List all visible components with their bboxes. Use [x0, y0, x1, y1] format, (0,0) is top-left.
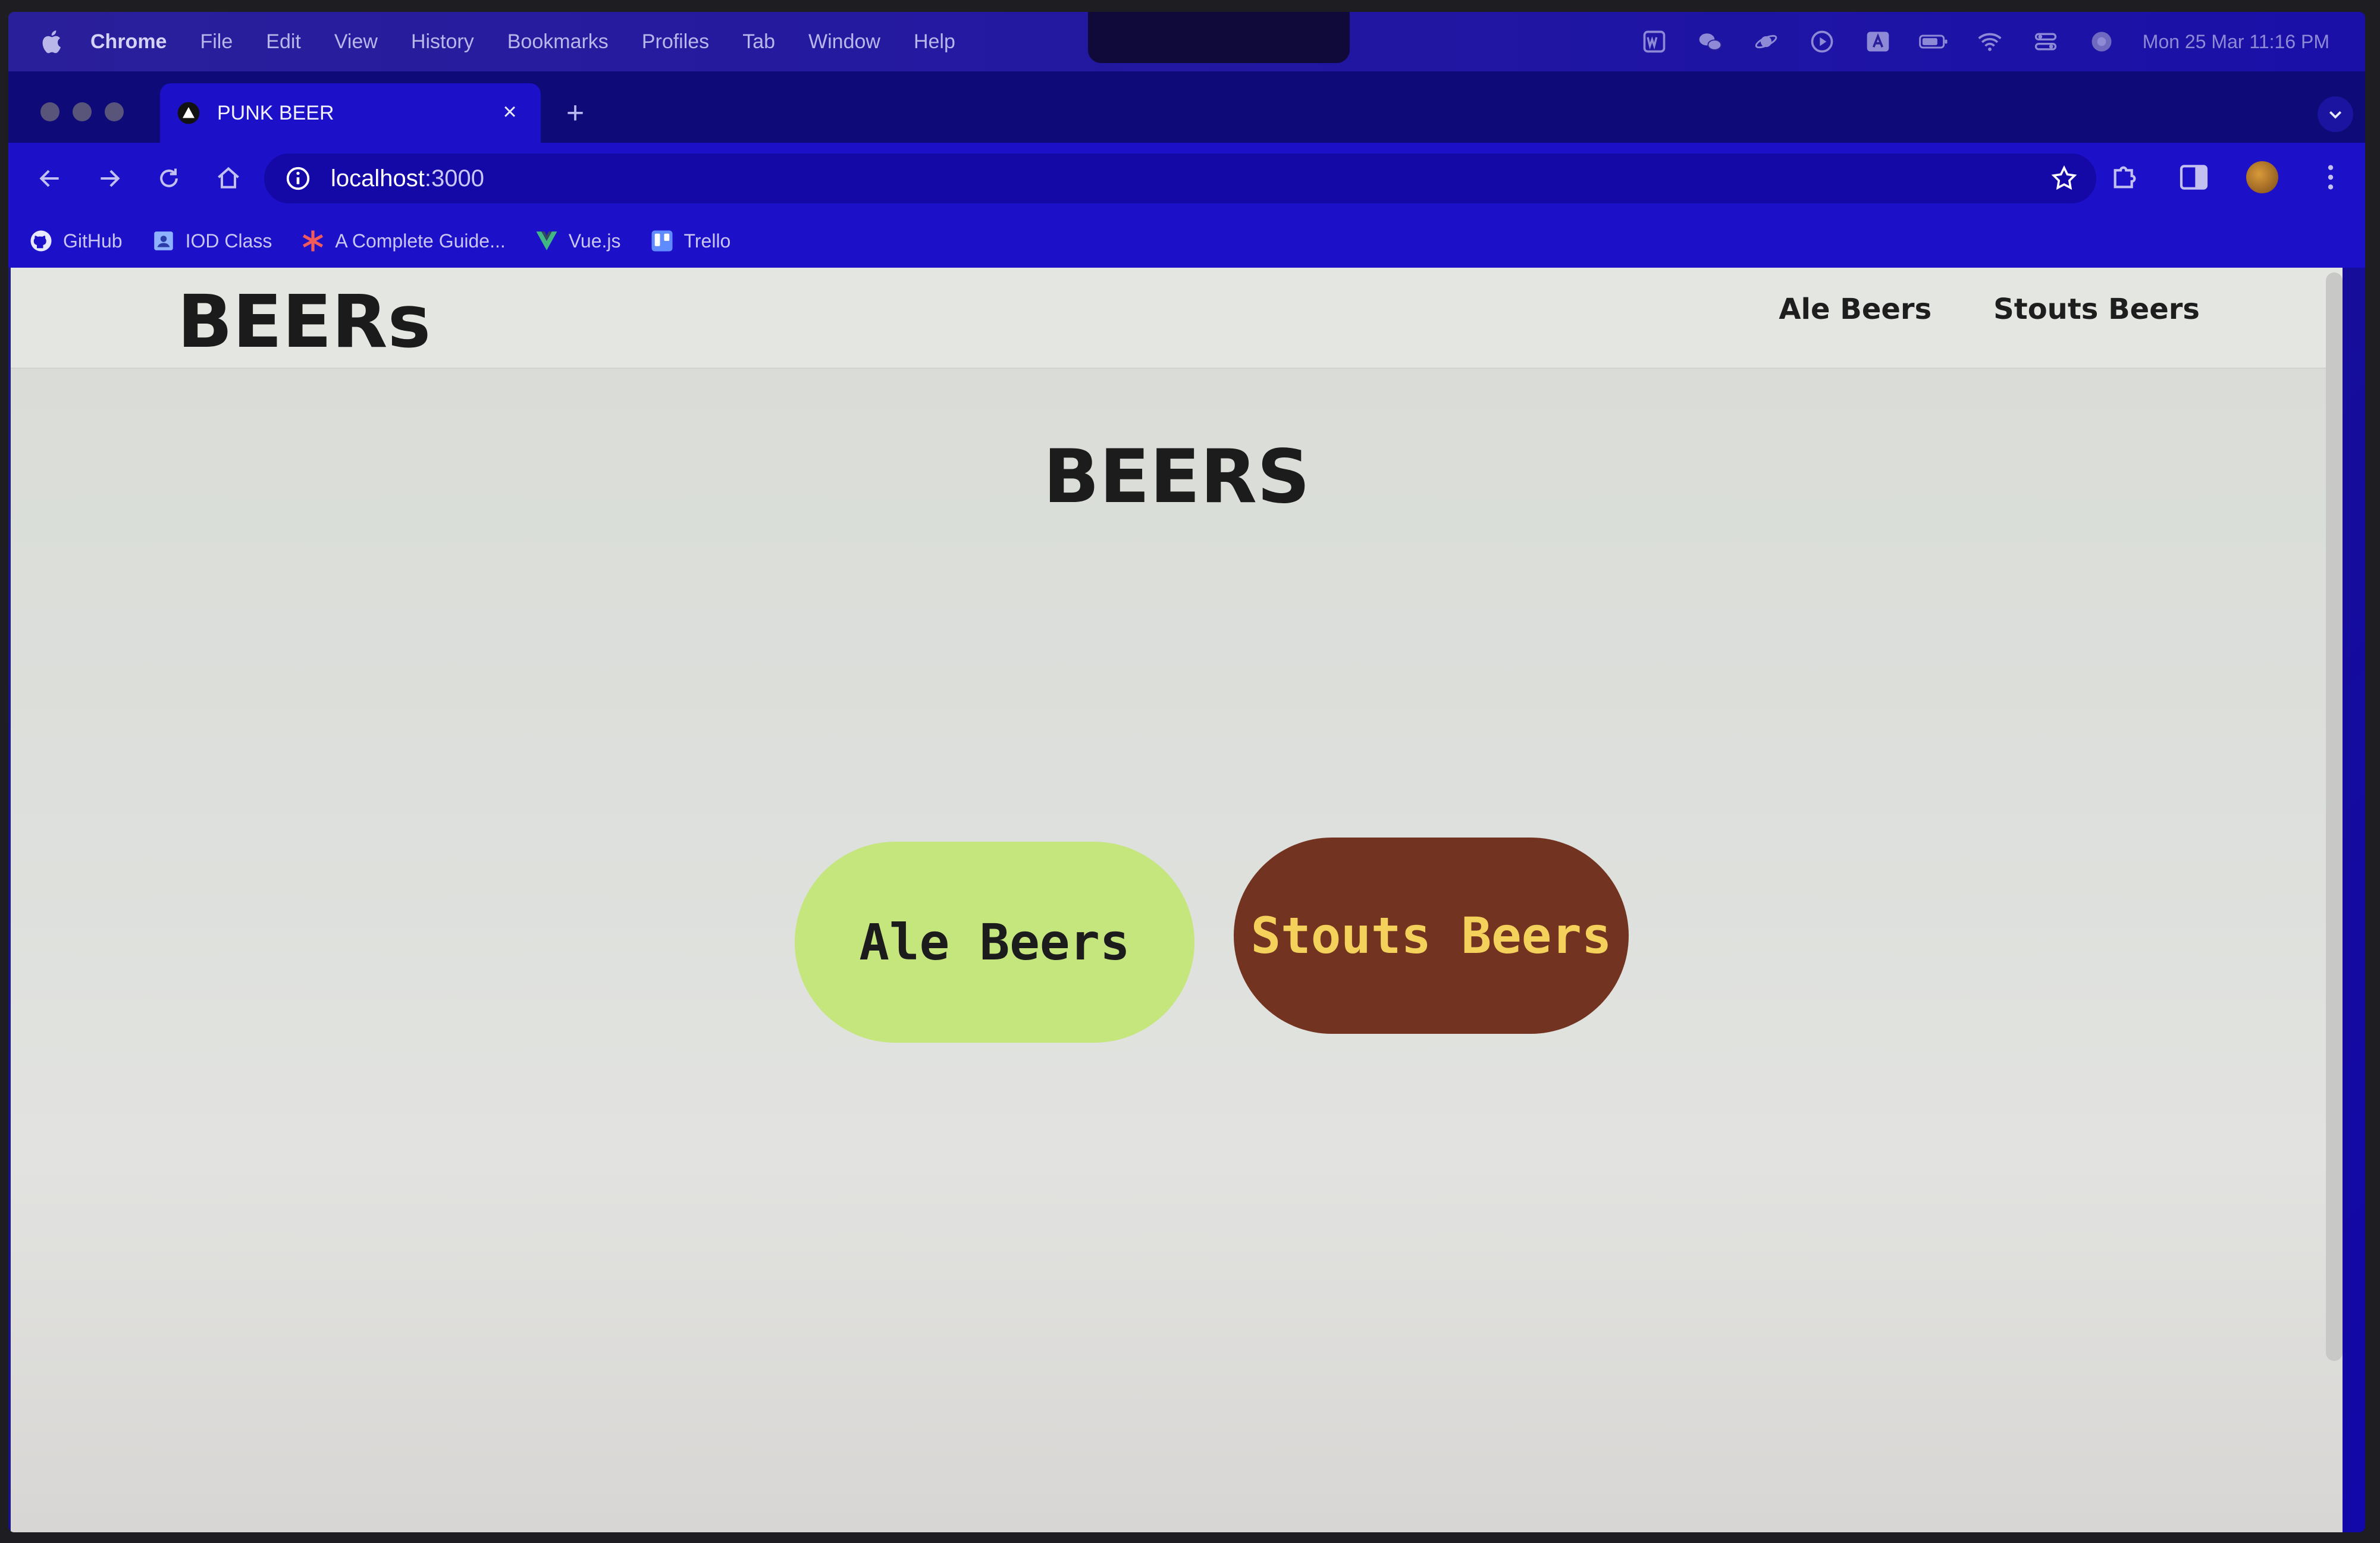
- new-tab-button[interactable]: +: [559, 96, 592, 130]
- wechat-icon[interactable]: [1695, 29, 1725, 55]
- bookmark-label: GitHub: [63, 230, 123, 252]
- tab-search-button[interactable]: [2318, 96, 2353, 132]
- bookmark-github[interactable]: GitHub: [29, 228, 123, 253]
- apple-logo-icon[interactable]: [38, 27, 67, 56]
- bookmark-iod-class[interactable]: IOD Class: [151, 228, 272, 253]
- arrow-right-icon: [101, 170, 120, 187]
- extensions-puzzle-icon[interactable]: [2108, 161, 2141, 194]
- screen: Chrome File Edit View History Bookmarks …: [8, 12, 2365, 1532]
- bookmarks-bar: GitHub IOD Class A Complete Guide... Vue…: [8, 214, 2365, 268]
- status-area: Mon 25 Mar 11:16 PM: [1639, 12, 2329, 71]
- zoom-window-button[interactable]: [105, 102, 124, 121]
- site-info-icon[interactable]: [284, 165, 312, 192]
- menu-window[interactable]: Window: [808, 30, 880, 54]
- address-bar[interactable]: localhost:3000: [264, 153, 2096, 203]
- menu-app-chrome[interactable]: Chrome: [90, 30, 167, 54]
- url-host: localhost: [331, 165, 425, 192]
- wifi-icon[interactable]: [1975, 29, 2005, 55]
- github-icon: [29, 228, 54, 253]
- arrow-left-icon: [39, 170, 59, 187]
- window-controls: [40, 102, 124, 121]
- asterisk-icon: [300, 228, 325, 253]
- bookmark-complete-guide[interactable]: A Complete Guide...: [300, 228, 506, 253]
- menu-history[interactable]: History: [411, 30, 474, 54]
- back-button[interactable]: [32, 161, 68, 196]
- nav-link-ale-beers[interactable]: Ale Beers: [1779, 293, 1931, 326]
- profile-avatar[interactable]: [2246, 161, 2278, 193]
- bookmark-star-icon[interactable]: [2050, 164, 2078, 193]
- menu-tab[interactable]: Tab: [742, 30, 775, 54]
- battery-icon[interactable]: [1918, 29, 1949, 55]
- tab-close-icon[interactable]: ×: [498, 100, 522, 124]
- input-source-icon[interactable]: [1863, 29, 1893, 55]
- menu-view[interactable]: View: [334, 30, 378, 54]
- menu-bookmarks[interactable]: Bookmarks: [507, 30, 609, 54]
- active-tab[interactable]: PUNK BEER ×: [160, 83, 541, 143]
- contact-card-icon: [151, 228, 176, 253]
- bookmark-label: IOD Class: [185, 230, 272, 252]
- siri-icon[interactable]: [2087, 29, 2116, 55]
- site-nav-links: Ale Beers Stouts Beers: [1779, 293, 2200, 326]
- reload-button[interactable]: [151, 161, 187, 196]
- menu-profiles[interactable]: Profiles: [642, 30, 709, 54]
- bookmark-label: A Complete Guide...: [335, 230, 506, 252]
- menu-help[interactable]: Help: [914, 30, 955, 54]
- site-navbar: BEERs Ale Beers Stouts Beers: [11, 268, 2343, 369]
- stouts-beers-button[interactable]: Stouts Beers: [1234, 838, 1629, 1034]
- site-brand[interactable]: BEERs: [177, 280, 431, 364]
- planet-icon[interactable]: [1751, 29, 1781, 55]
- tab-title: PUNK BEER: [217, 101, 334, 124]
- minimize-window-button[interactable]: [73, 102, 92, 121]
- bookmark-vuejs[interactable]: Vue.js: [534, 228, 621, 253]
- chevron-down-icon: [2329, 111, 2342, 119]
- camera-notch: [1088, 12, 1350, 63]
- bookmark-trello[interactable]: Trello: [650, 228, 731, 253]
- forward-button[interactable]: [92, 161, 127, 196]
- word-app-icon[interactable]: [1639, 29, 1669, 55]
- page-title: BEERS: [1043, 434, 1310, 520]
- control-center-icon[interactable]: [2031, 29, 2061, 55]
- bookmark-label: Trello: [683, 230, 731, 252]
- page-viewport: BEERs Ale Beers Stouts Beers BEERS Ale B…: [11, 268, 2343, 1532]
- url-port: :3000: [424, 165, 484, 192]
- menubar-clock[interactable]: Mon 25 Mar 11:16 PM: [2143, 31, 2329, 53]
- toolbar-right: [2108, 161, 2347, 194]
- more-menu-icon[interactable]: [2314, 161, 2347, 194]
- nav-link-stouts-beers[interactable]: Stouts Beers: [1993, 293, 2200, 326]
- vue-logo-icon: [534, 228, 559, 253]
- home-icon: [218, 167, 239, 189]
- browser-toolbar: localhost:3000: [8, 143, 2365, 214]
- home-button[interactable]: [211, 161, 246, 196]
- media-play-icon[interactable]: [1807, 29, 1837, 55]
- menu-edit[interactable]: Edit: [266, 30, 301, 54]
- side-panel-icon[interactable]: [2177, 161, 2210, 194]
- bookmark-label: Vue.js: [568, 230, 621, 252]
- ale-beers-button[interactable]: Ale Beers: [795, 842, 1194, 1043]
- trello-icon: [650, 228, 675, 253]
- macos-menu-bar: Chrome File Edit View History Bookmarks …: [8, 12, 2365, 71]
- menu-file[interactable]: File: [200, 30, 233, 54]
- page-scrollbar[interactable]: [2326, 272, 2343, 1361]
- close-window-button[interactable]: [40, 102, 59, 121]
- tab-strip: PUNK BEER × +: [8, 71, 2365, 143]
- reload-icon: [160, 168, 178, 187]
- triangle-favicon-icon: [177, 102, 200, 124]
